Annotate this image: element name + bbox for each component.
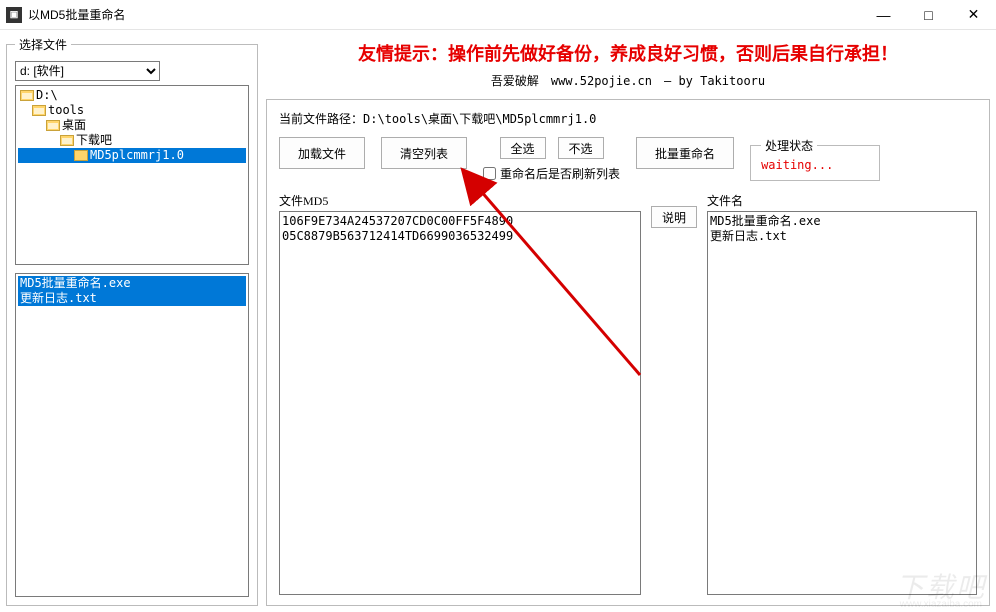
drive-select[interactable]: d: [软件] xyxy=(15,61,160,81)
tree-node[interactable]: D:\ xyxy=(18,88,246,103)
filename-list-label: 文件名 xyxy=(707,192,977,209)
window-controls: — □ ✕ xyxy=(861,0,996,30)
explain-button[interactable]: 说明 xyxy=(651,206,697,228)
status-text: waiting... xyxy=(761,158,833,172)
status-group: 处理状态 waiting... xyxy=(750,137,880,181)
tree-node[interactable]: tools xyxy=(18,103,246,118)
folder-open-icon xyxy=(46,120,60,131)
list-item[interactable]: MD5批量重命名.exe xyxy=(710,214,974,229)
file-select-legend: 选择文件 xyxy=(15,36,71,53)
file-list[interactable]: MD5批量重命名.exe 更新日志.txt xyxy=(15,273,249,597)
minimize-button[interactable]: — xyxy=(861,0,906,30)
folder-icon xyxy=(74,150,88,161)
list-item[interactable]: 更新日志.txt xyxy=(710,229,974,244)
md5-list-label: 文件MD5 xyxy=(279,192,641,209)
refresh-checkbox[interactable] xyxy=(483,167,496,180)
watermark-sub: www.xiazaiba.com xyxy=(900,599,982,610)
app-icon: ▣ xyxy=(6,7,22,23)
titlebar: ▣ 以MD5批量重命名 — □ ✕ xyxy=(0,0,996,30)
close-button[interactable]: ✕ xyxy=(951,0,996,30)
select-all-button[interactable]: 全选 xyxy=(500,137,546,159)
tree-node-selected[interactable]: MD5plcmmrj1.0 xyxy=(18,148,246,163)
clear-list-button[interactable]: 清空列表 xyxy=(381,137,467,169)
folder-open-icon xyxy=(20,90,34,101)
list-item[interactable]: 106F9E734A24537207CD0C00FF5F4890 xyxy=(282,214,638,229)
refresh-checkbox-label[interactable]: 重命名后是否刷新列表 xyxy=(483,165,620,182)
folder-tree[interactable]: D:\ tools 桌面 下载吧 MD5plcmmrj1.0 xyxy=(15,85,249,265)
select-none-button[interactable]: 不选 xyxy=(558,137,604,159)
file-select-group: 选择文件 d: [软件] D:\ tools 桌面 下载吧 MD5plcmmrj… xyxy=(6,36,258,606)
tree-node[interactable]: 桌面 xyxy=(18,118,246,133)
md5-list[interactable]: 106F9E734A24537207CD0C00FF5F4890 05C8879… xyxy=(279,211,641,595)
load-files-button[interactable]: 加载文件 xyxy=(279,137,365,169)
folder-open-icon xyxy=(32,105,46,116)
content-frame: 当前文件路径：D:\tools\桌面\下载吧\MD5plcmmrj1.0 加载文… xyxy=(266,99,990,606)
filename-list[interactable]: MD5批量重命名.exe 更新日志.txt xyxy=(707,211,977,595)
maximize-button[interactable]: □ xyxy=(906,0,951,30)
list-item[interactable]: 05C8879B563712414TD6699036532499 xyxy=(282,229,638,244)
list-item[interactable]: MD5批量重命名.exe xyxy=(18,276,246,291)
folder-open-icon xyxy=(60,135,74,146)
status-legend: 处理状态 xyxy=(761,137,817,154)
credits-text: 吾爱破解 www.52pojie.cn – by Takitooru xyxy=(266,72,990,89)
batch-rename-button[interactable]: 批量重命名 xyxy=(636,137,734,169)
window-title: 以MD5批量重命名 xyxy=(28,6,861,23)
current-path: 当前文件路径：D:\tools\桌面\下载吧\MD5plcmmrj1.0 xyxy=(279,110,977,127)
warning-text: 友情提示：操作前先做好备份，养成良好习惯，否则后果自行承担！ xyxy=(266,40,990,66)
list-item[interactable]: 更新日志.txt xyxy=(18,291,246,306)
tree-node[interactable]: 下载吧 xyxy=(18,133,246,148)
